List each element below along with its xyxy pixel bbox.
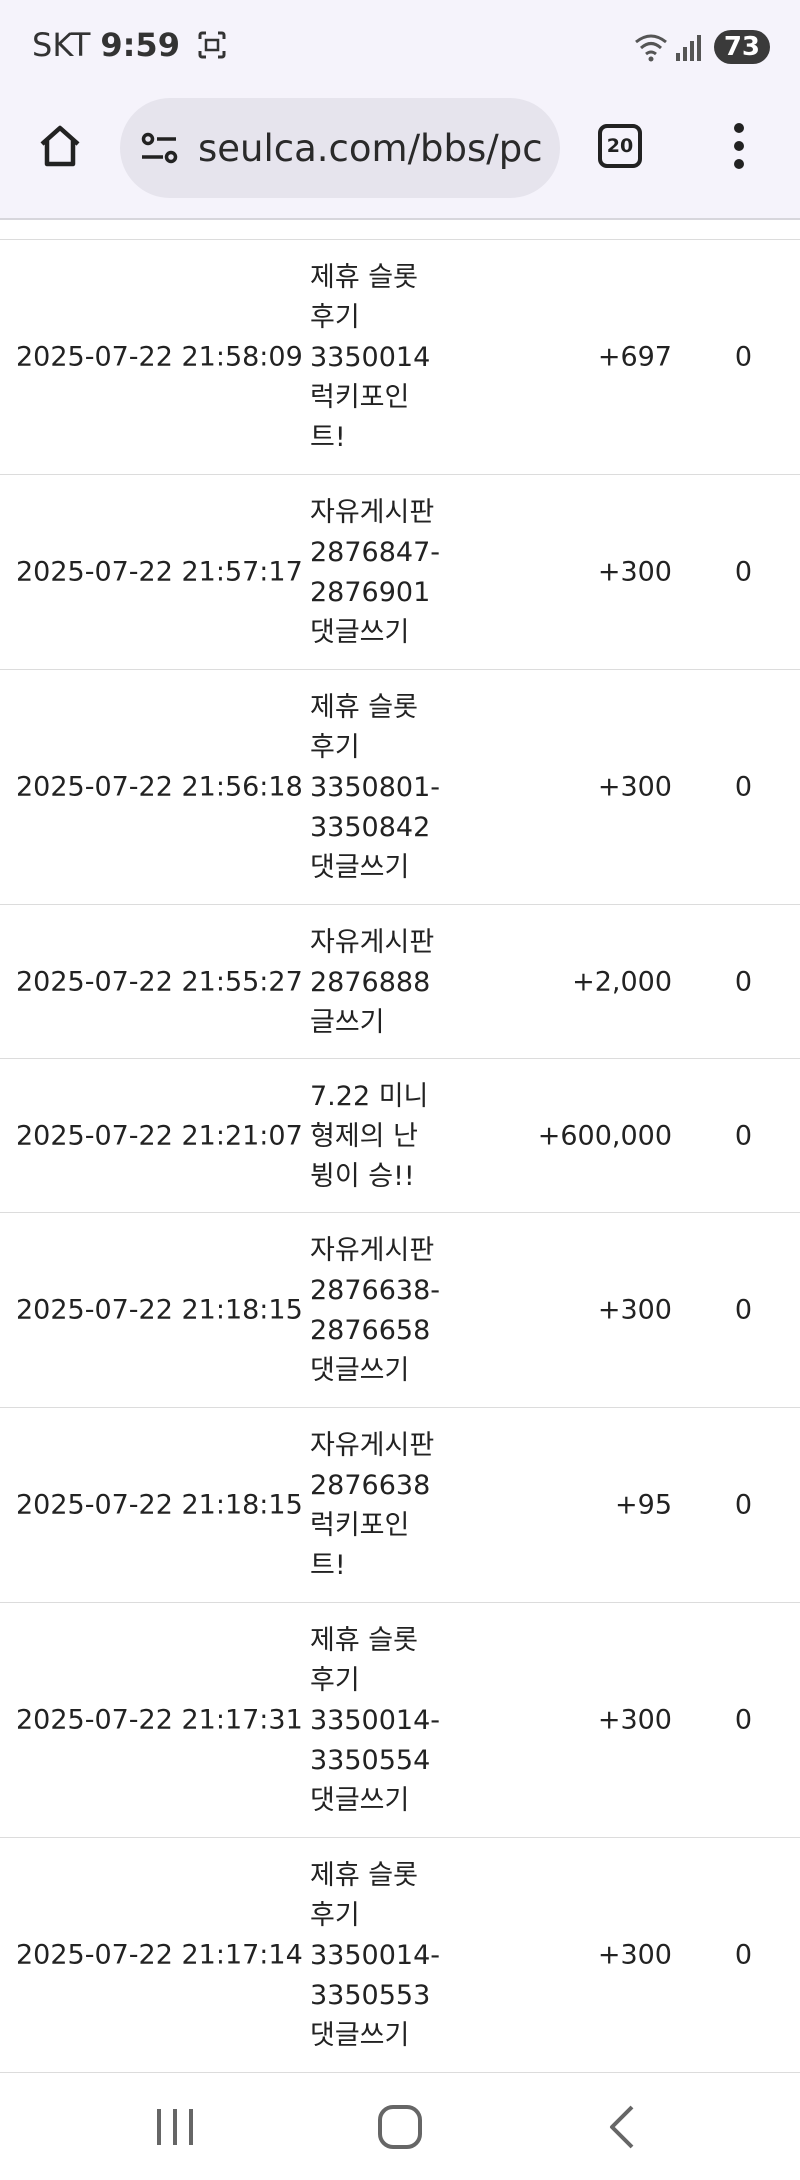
row-point: +300	[597, 1939, 672, 1971]
table-row: 2025-07-22 21:18:15 자유게시판 2876638- 2876658…	[0, 1213, 800, 1408]
recent-apps-icon[interactable]	[145, 2097, 205, 2157]
row-point: +697	[597, 341, 672, 373]
back-icon[interactable]	[592, 2097, 652, 2157]
row-used: 0	[734, 771, 752, 803]
address-bar[interactable]: seulca.com/bbs/pc	[120, 98, 560, 198]
row-description: 제휴 슬롯 후기 3350801- 3350842 댓글쓰기	[310, 692, 440, 883]
status-left: SKT 9:59	[32, 26, 228, 64]
table-row: 2025-07-22 21:17:14 제휴 슬롯 후기 3350014- 33505…	[0, 1838, 800, 2073]
tab-switcher-button[interactable]: 20	[598, 124, 642, 168]
status-bar: SKT 9:59 73	[0, 0, 800, 96]
row-point: +300	[597, 771, 672, 803]
row-description: 제휴 슬롯 후기 3350014- 3350554 댓글쓰기	[310, 1625, 440, 1816]
row-description: 제휴 슬롯 후기 3350014- 3350553 댓글쓰기	[310, 1860, 440, 2051]
table-row: 2025-07-22 21:58:09 제휴 슬롯 후기 3350014 럭키포인 트!…	[0, 240, 800, 475]
row-used: 0	[734, 556, 752, 588]
row-description: 자유게시판 2876638- 2876658 댓글쓰기	[310, 1235, 440, 1386]
url-text[interactable]: seulca.com/bbs/pc	[198, 127, 543, 170]
table-row: 2025-07-22 21:55:27 자유게시판 2876888 글쓰기 +2,0…	[0, 905, 800, 1059]
row-point: +300	[597, 1704, 672, 1736]
home-icon[interactable]	[36, 122, 84, 170]
carrier-label: SKT	[32, 26, 91, 64]
row-date: 2025-07-22 21:18:15	[16, 1489, 303, 1521]
row-description: 자유게시판 2876638 럭키포인 트!	[310, 1430, 435, 1581]
row-description: 자유게시판 2876847- 2876901 댓글쓰기	[310, 497, 440, 648]
site-settings-icon[interactable]	[138, 126, 182, 170]
row-date: 2025-07-22 21:18:15	[16, 1294, 303, 1326]
signal-icon	[675, 35, 701, 61]
row-date: 2025-07-22 21:17:14	[16, 1939, 303, 1971]
table-top-border	[0, 220, 800, 240]
row-used: 0	[734, 1120, 752, 1151]
table-row: 2025-07-22 21:56:18 제휴 슬롯 후기 3350801- 33508…	[0, 670, 800, 905]
clock: 9:59	[100, 26, 180, 64]
row-description: 7.22 미니 형제의 난 뷩이 승!!	[310, 1081, 429, 1192]
row-point: +2,000	[572, 966, 672, 997]
table-row: 2025-07-22 21:17:31 제휴 슬롯 후기 3350014- 33505…	[0, 1603, 800, 1838]
row-used: 0	[734, 341, 752, 373]
screenshot-icon	[198, 31, 226, 59]
row-used: 0	[734, 1489, 752, 1521]
system-nav-bar	[0, 2075, 800, 2180]
browser-toolbar: seulca.com/bbs/pc 20	[0, 96, 800, 220]
row-date: 2025-07-22 21:21:07	[16, 1120, 303, 1151]
row-used: 0	[734, 1939, 752, 1971]
row-date: 2025-07-22 21:17:31	[16, 1704, 303, 1736]
wifi-icon	[634, 34, 667, 62]
row-point: +600,000	[537, 1120, 672, 1151]
row-date: 2025-07-22 21:58:09	[16, 341, 303, 373]
row-description: 제휴 슬롯 후기 3350014 럭키포인 트!	[310, 262, 431, 453]
point-history-table: 2025-07-22 21:58:09 제휴 슬롯 후기 3350014 럭키포인 트!…	[0, 220, 800, 2075]
table-row: 2025-07-22 21:21:07 7.22 미니 형제의 난 뷩이 승!! +…	[0, 1059, 800, 1213]
row-date: 2025-07-22 21:57:17	[16, 556, 303, 588]
row-date: 2025-07-22 21:55:27	[16, 966, 303, 997]
home-nav-icon[interactable]	[370, 2097, 430, 2157]
battery-indicator: 73	[713, 30, 770, 64]
row-used: 0	[734, 1704, 752, 1736]
table-row: 2025-07-22 21:57:17 자유게시판 2876847- 2876901…	[0, 475, 800, 670]
table-row: 2025-07-22 21:18:15 자유게시판 2876638 럭키포인 트! +…	[0, 1408, 800, 1603]
row-used: 0	[734, 1294, 752, 1326]
status-right: 73	[634, 30, 770, 64]
more-options-icon[interactable]	[724, 118, 754, 174]
row-description: 자유게시판 2876888 글쓰기	[310, 927, 435, 1038]
row-date: 2025-07-22 21:56:18	[16, 771, 303, 803]
row-used: 0	[734, 966, 752, 997]
row-point: +300	[597, 1294, 672, 1326]
row-point: +300	[597, 556, 672, 588]
row-point: +95	[615, 1489, 672, 1521]
